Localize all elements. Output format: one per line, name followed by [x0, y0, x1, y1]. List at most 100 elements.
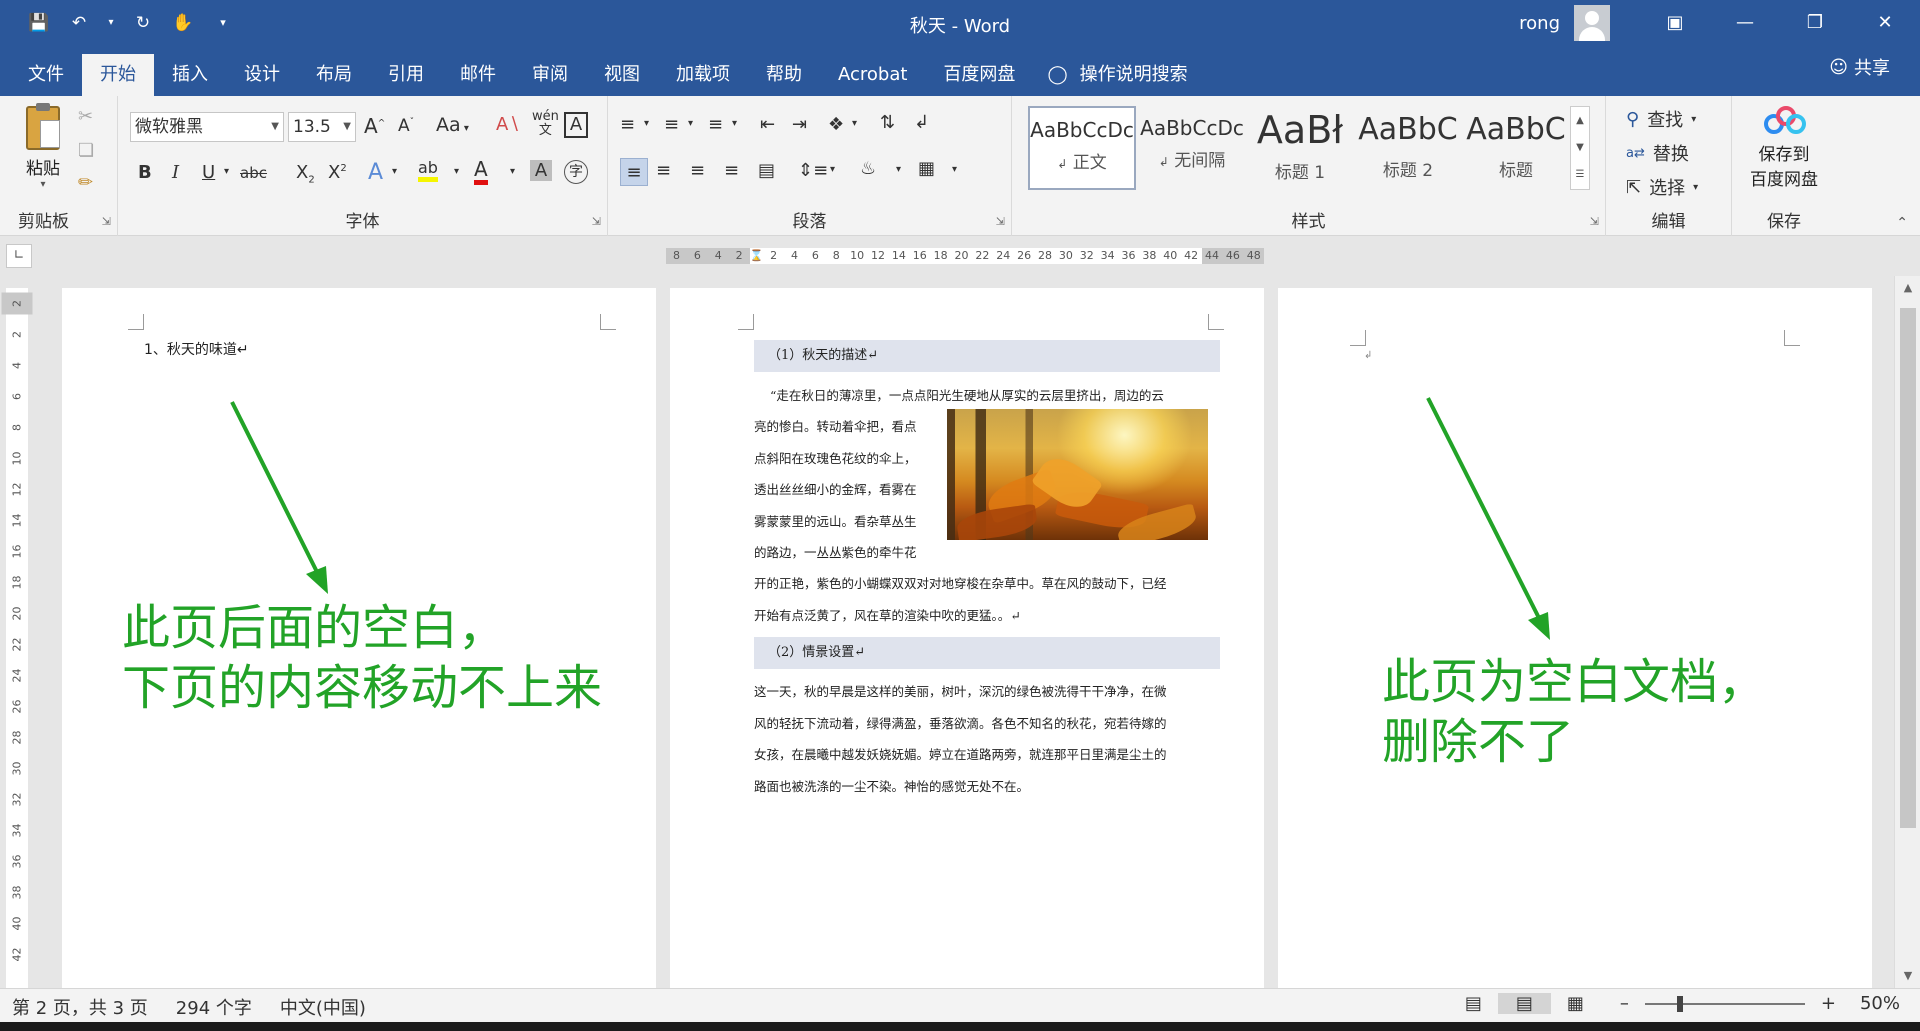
strikethrough-icon[interactable]: abc: [240, 164, 267, 182]
multilevel-list-icon[interactable]: ≡: [708, 114, 723, 135]
shading-icon[interactable]: ♨: [860, 158, 876, 179]
find-button[interactable]: ⚲ 查找 ▾: [1626, 106, 1696, 132]
scrollbar-thumb[interactable]: [1900, 308, 1916, 828]
styles-scroll[interactable]: ▲ ▼ ☰: [1570, 106, 1590, 190]
zoom-out-icon[interactable]: –: [1620, 993, 1629, 1014]
paragraph-1-tail[interactable]: 开的正艳，紫色的小蝴蝶双双对对地穿梭在杂草中。草在风的鼓动下，已经 开始有点泛黄…: [754, 568, 1167, 631]
underline-icon[interactable]: U: [202, 162, 215, 183]
font-color-icon[interactable]: A: [474, 158, 488, 185]
highlight-icon[interactable]: ab: [418, 158, 438, 182]
phonetic-guide-icon[interactable]: wén 文: [532, 110, 559, 138]
undo-dropdown-icon[interactable]: ▾: [106, 10, 116, 36]
styles-launcher-icon[interactable]: ⇲: [1590, 215, 1599, 228]
chinese-layout-icon[interactable]: ❖: [828, 114, 844, 135]
ribbon-display-options-icon[interactable]: ▣: [1640, 0, 1710, 46]
vertical-scrollbar[interactable]: ▲ ▼: [1894, 276, 1920, 988]
avatar[interactable]: [1574, 5, 1610, 41]
tab-layout[interactable]: 布局: [298, 54, 370, 96]
clear-formatting-icon[interactable]: A∖: [496, 114, 520, 135]
shrink-font-icon[interactable]: Aˇ: [398, 116, 414, 136]
text-effects-dropdown-icon[interactable]: ▾: [392, 166, 397, 177]
tab-review[interactable]: 审阅: [514, 54, 586, 96]
save-icon[interactable]: 💾: [26, 10, 52, 36]
bullets-dropdown-icon[interactable]: ▾: [644, 118, 649, 129]
tab-references[interactable]: 引用: [370, 54, 442, 96]
tab-file[interactable]: 文件: [10, 54, 82, 96]
align-right-icon[interactable]: ≡: [690, 160, 705, 181]
paragraph-1-first-line[interactable]: “走在秋日的薄凉里，一点点阳光生硬地从厚实的云层里挤出，周边的云: [770, 380, 1164, 412]
heading-autumn-description[interactable]: （1）秋天的描述↵: [754, 340, 1220, 372]
grow-font-icon[interactable]: A^: [364, 114, 385, 138]
tab-home[interactable]: 开始: [82, 54, 154, 96]
zoom-slider[interactable]: [1644, 995, 1805, 1012]
line-spacing-icon[interactable]: ⇕≡: [798, 160, 828, 181]
change-case-button[interactable]: Aa ▾: [436, 114, 469, 136]
shading-dropdown-icon[interactable]: ▾: [896, 164, 901, 175]
tab-selector[interactable]: ∟: [6, 244, 32, 268]
copy-icon[interactable]: ❏: [78, 140, 94, 161]
clipboard-launcher-icon[interactable]: ⇲: [102, 215, 111, 228]
page-3[interactable]: ↲: [1278, 288, 1872, 988]
style-heading-1[interactable]: AaBł 标题 1: [1246, 106, 1354, 190]
numbering-icon[interactable]: ≡: [664, 114, 679, 135]
paragraph-1-wrapped[interactable]: 亮的惨白。转动着伞把，看点 点斜阳在玫瑰色花纹的伞上， 透出丝丝细小的金辉，看雾…: [754, 411, 917, 569]
tab-baidu-netdisk[interactable]: 百度网盘: [925, 54, 1033, 96]
underline-dropdown-icon[interactable]: ▾: [224, 166, 229, 177]
line-spacing-dropdown-icon[interactable]: ▾: [830, 164, 835, 175]
cut-icon[interactable]: ✂: [78, 106, 93, 127]
align-left-icon[interactable]: ≡: [620, 158, 648, 186]
tab-addins[interactable]: 加载项: [658, 54, 748, 96]
scroll-down-icon[interactable]: ▼: [1895, 964, 1920, 988]
web-layout-icon[interactable]: ▦: [1567, 993, 1584, 1014]
show-hide-marks-icon[interactable]: ↲: [914, 112, 929, 133]
justify-icon[interactable]: ≡: [724, 160, 739, 181]
italic-icon[interactable]: I: [172, 162, 179, 183]
customize-qat-icon[interactable]: ▾: [210, 10, 236, 36]
touch-mode-icon[interactable]: ✋: [170, 10, 196, 36]
scroll-up-icon[interactable]: ▲: [1895, 276, 1920, 300]
tab-insert[interactable]: 插入: [154, 54, 226, 96]
restore-icon[interactable]: ❐: [1780, 0, 1850, 46]
superscript-icon[interactable]: X2: [328, 162, 347, 183]
redo-icon[interactable]: ↻: [130, 10, 156, 36]
character-shading-icon[interactable]: A: [530, 160, 552, 181]
tab-mailings[interactable]: 邮件: [442, 54, 514, 96]
paragraph-2[interactable]: 这一天，秋的早晨是这样的美丽，树叶，深沉的绿色被洗得干干净净，在微 风的轻抚下流…: [754, 676, 1167, 802]
language-indicator[interactable]: 中文(中国): [280, 994, 366, 1020]
zoom-in-icon[interactable]: +: [1821, 993, 1836, 1014]
user-name[interactable]: rong: [1519, 13, 1560, 34]
undo-icon[interactable]: ↶: [66, 10, 92, 36]
read-mode-icon[interactable]: ▤: [1465, 993, 1482, 1014]
font-color-dropdown-icon[interactable]: ▾: [510, 166, 515, 177]
character-border-icon[interactable]: A: [564, 112, 588, 138]
minimize-icon[interactable]: —: [1710, 0, 1780, 46]
style-no-spacing[interactable]: AaBbCcDc ↲ 无间隔: [1138, 106, 1246, 190]
tab-design[interactable]: 设计: [226, 54, 298, 96]
format-painter-icon[interactable]: ✏: [78, 172, 93, 193]
heading-scene-setting[interactable]: （2）情景设置↵: [754, 637, 1220, 669]
close-icon[interactable]: ✕: [1850, 0, 1920, 46]
share-button[interactable]: ☺ 共享: [1829, 54, 1890, 80]
style-heading-2[interactable]: AaBbC 标题 2: [1354, 106, 1462, 190]
bold-icon[interactable]: B: [138, 162, 152, 183]
print-layout-icon[interactable]: ▤: [1497, 993, 1551, 1014]
subscript-icon[interactable]: X2: [296, 162, 315, 186]
sort-icon[interactable]: ⇅: [880, 112, 895, 133]
page1-first-line[interactable]: 1、秋天的味道↵: [144, 335, 249, 367]
font-launcher-icon[interactable]: ⇲: [592, 215, 601, 228]
text-effects-icon[interactable]: A: [368, 160, 383, 185]
tab-acrobat[interactable]: Acrobat: [820, 54, 925, 96]
tab-help[interactable]: 帮助: [748, 54, 820, 96]
page-count[interactable]: 第 2 页，共 3 页: [12, 994, 148, 1020]
borders-icon[interactable]: ▦: [918, 158, 935, 179]
select-button[interactable]: ⇱ 选择 ▾: [1626, 174, 1698, 200]
multilevel-dropdown-icon[interactable]: ▾: [732, 118, 737, 129]
paste-button[interactable]: 粘贴 ▾: [18, 103, 68, 190]
indent-marker[interactable]: ⌛: [750, 248, 764, 264]
style-title[interactable]: AaBbC 标题: [1462, 106, 1570, 190]
zoom-slider-thumb[interactable]: [1676, 995, 1683, 1012]
chinese-layout-dropdown-icon[interactable]: ▾: [852, 118, 857, 129]
save-to-baidu-button[interactable]: 保存到 百度网盘: [1732, 106, 1836, 190]
increase-indent-icon[interactable]: ⇥: [792, 114, 807, 135]
zoom-level[interactable]: 50%: [1860, 993, 1900, 1014]
